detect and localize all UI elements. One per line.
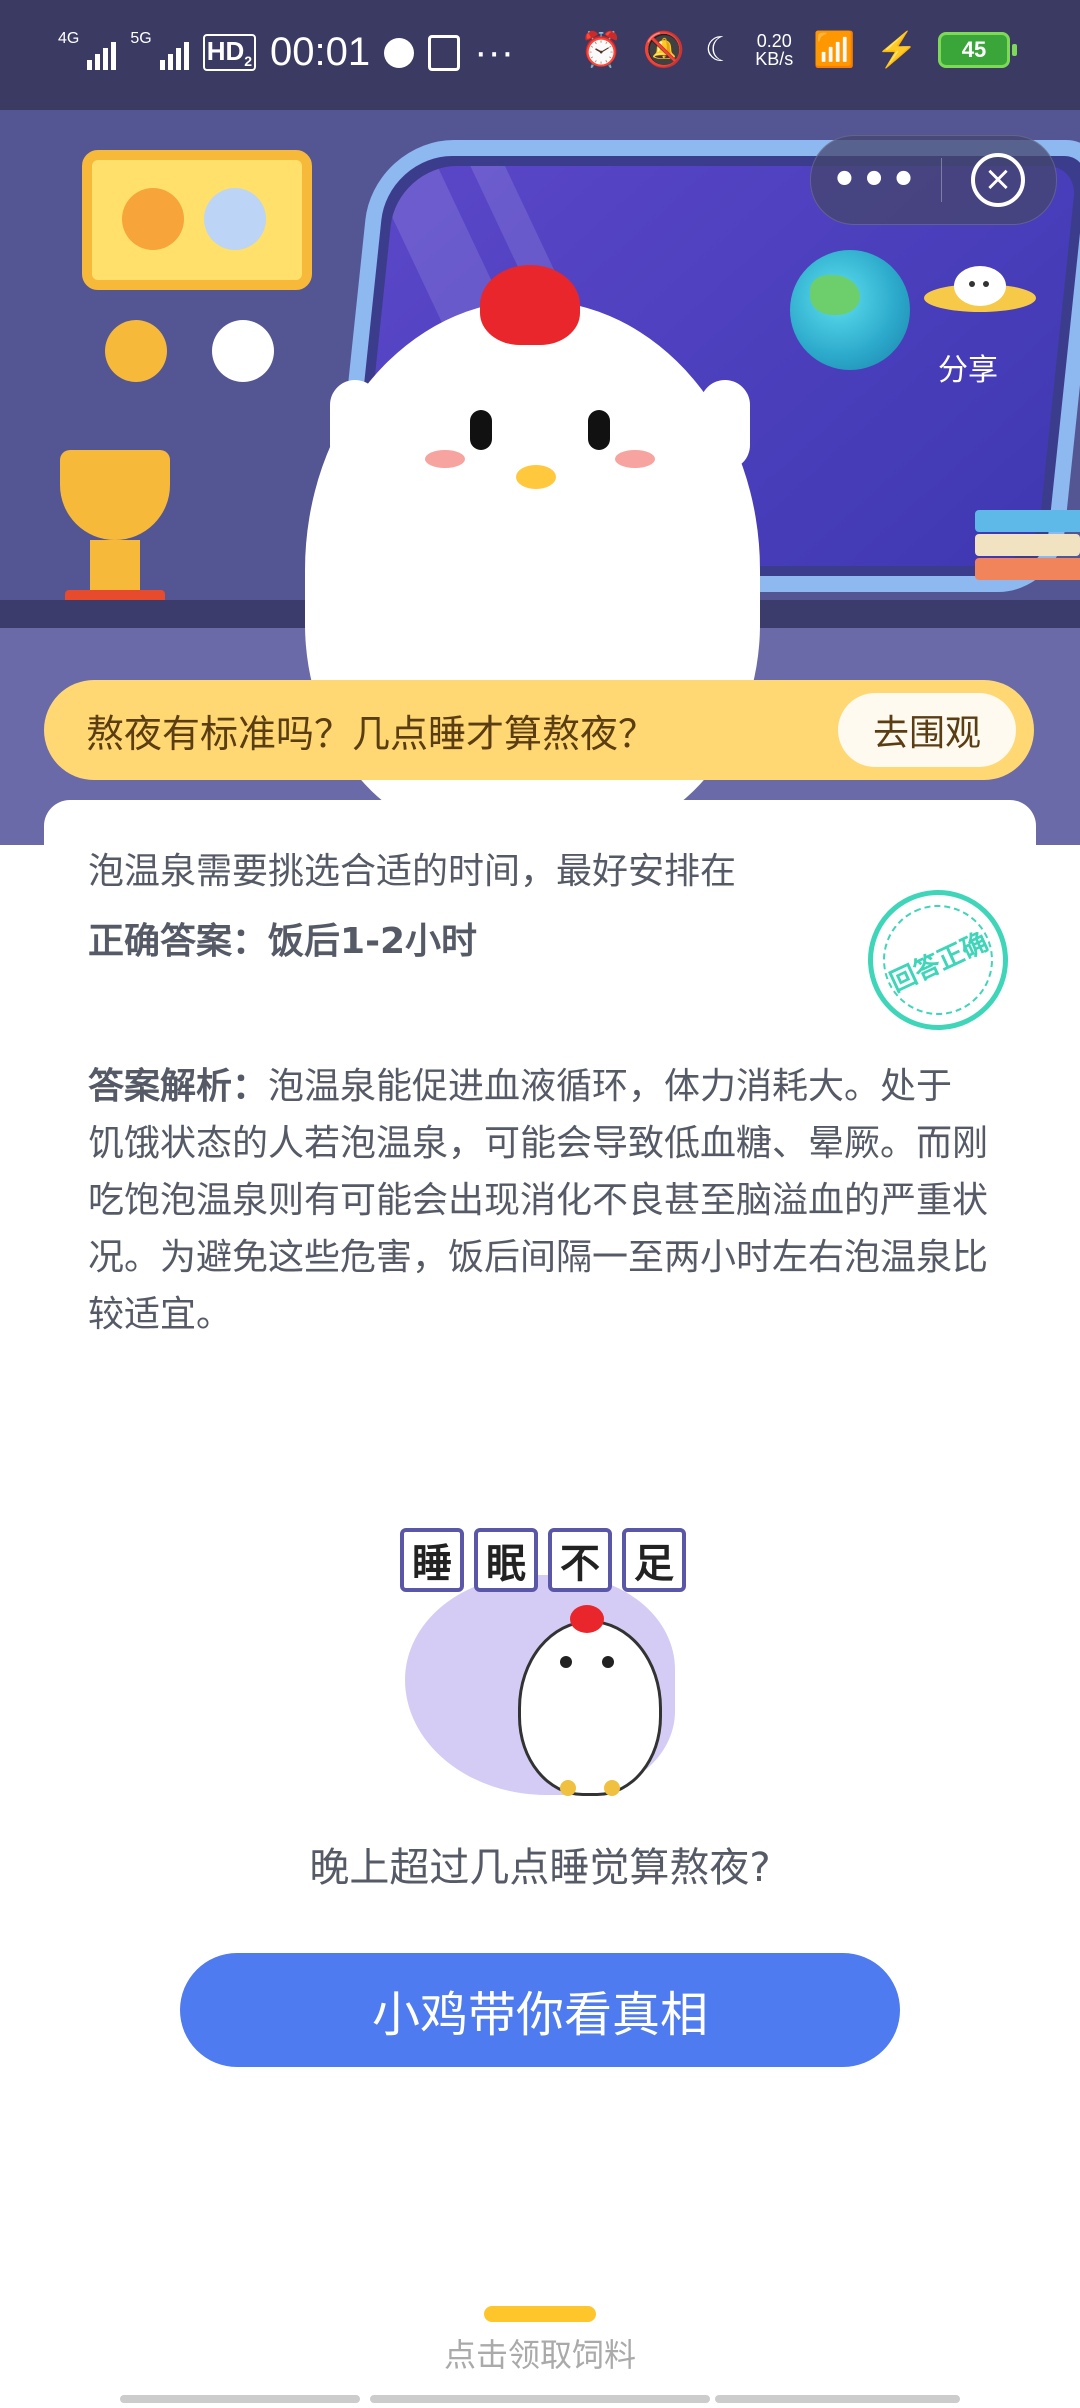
wifi-icon: 📶 — [813, 31, 856, 69]
status-bar: 4G 5G HD2 00:01 ··· ⏰ 🔕 ☾ 0.20 KB/s 📶 ⚡ 4… — [0, 0, 1080, 110]
do-not-disturb-icon: ☾ — [704, 31, 736, 69]
speedometer-icon — [384, 37, 415, 68]
battery-icon: 45 — [938, 32, 1017, 68]
network-5g-label: 5G — [130, 29, 152, 47]
more-options-button[interactable]: ••• — [811, 136, 941, 224]
claim-feed-link[interactable]: 点击领取饲料 — [0, 2330, 1080, 2376]
white-medal-icon — [212, 320, 274, 382]
nav-indicator — [715, 2395, 960, 2403]
more-notifications-icon: ··· — [474, 30, 515, 74]
net-speed: 0.20 KB/s — [755, 31, 794, 69]
app-notification-icon — [428, 34, 461, 71]
answer-label: 正确答案： — [88, 921, 269, 962]
mini-program-capsule: ••• × — [810, 135, 1057, 225]
answer-value: 饭后1-2小时 — [268, 921, 478, 962]
network-4g-label: 4G — [58, 29, 80, 47]
nav-indicator — [120, 2395, 360, 2403]
earth-icon — [790, 250, 910, 370]
nav-indicator — [370, 2395, 710, 2403]
chicken-beak — [516, 465, 556, 489]
sleepy-chicken-icon — [518, 1620, 662, 1796]
award-board — [82, 150, 312, 290]
ufo-icon[interactable] — [920, 260, 1040, 320]
correct-answer: 正确答案：饭后1-2小时 — [88, 912, 477, 964]
topic-text: 熬夜有标准吗？几点睡才算熬夜？ — [86, 711, 657, 756]
teaser-text: 晚上超过几点睡觉算熬夜? — [309, 1845, 771, 1891]
signal-4g-icon — [87, 36, 117, 70]
title-char: 睡 — [400, 1528, 464, 1592]
alarm-icon: ⏰ — [580, 31, 623, 69]
question-text: 泡温泉需要挑选合适的时间，最好安排在 — [88, 851, 737, 892]
chicken-comb — [480, 265, 580, 345]
close-icon: × — [971, 153, 1025, 207]
title-char: 不 — [548, 1528, 612, 1592]
books-icon — [975, 510, 1080, 600]
explain-label: 答案解析： — [88, 1066, 269, 1107]
gold-medal-icon — [122, 188, 184, 250]
go-watch-button[interactable]: 去围观 — [838, 693, 1016, 767]
feed-progress-bar[interactable] — [484, 2306, 596, 2322]
see-truth-button[interactable]: 小鸡带你看真相 — [180, 1953, 900, 2067]
title-char: 足 — [622, 1528, 686, 1592]
sleep-title: 睡 眠 不 足 — [400, 1528, 686, 1592]
charging-icon: ⚡ — [875, 31, 918, 69]
answer-explanation: 答案解析：泡温泉能促进血液循环，体力消耗大。处于饥饿状态的人若泡温泉，可能会导致… — [88, 1058, 988, 1343]
title-char: 眠 — [474, 1528, 538, 1592]
silver-medal-icon — [204, 188, 266, 250]
close-mini-program-button[interactable]: × — [942, 136, 1054, 224]
clock: 00:01 — [270, 30, 371, 74]
topic-banner[interactable]: 熬夜有标准吗？几点睡才算熬夜？ 去围观 — [44, 680, 1034, 780]
share-button[interactable]: 分享 — [938, 345, 998, 389]
orange-medal-icon — [105, 320, 167, 382]
mute-icon: 🔕 — [642, 31, 685, 69]
signal-5g-icon — [159, 36, 189, 70]
hd-voice-icon: HD2 — [202, 33, 257, 72]
